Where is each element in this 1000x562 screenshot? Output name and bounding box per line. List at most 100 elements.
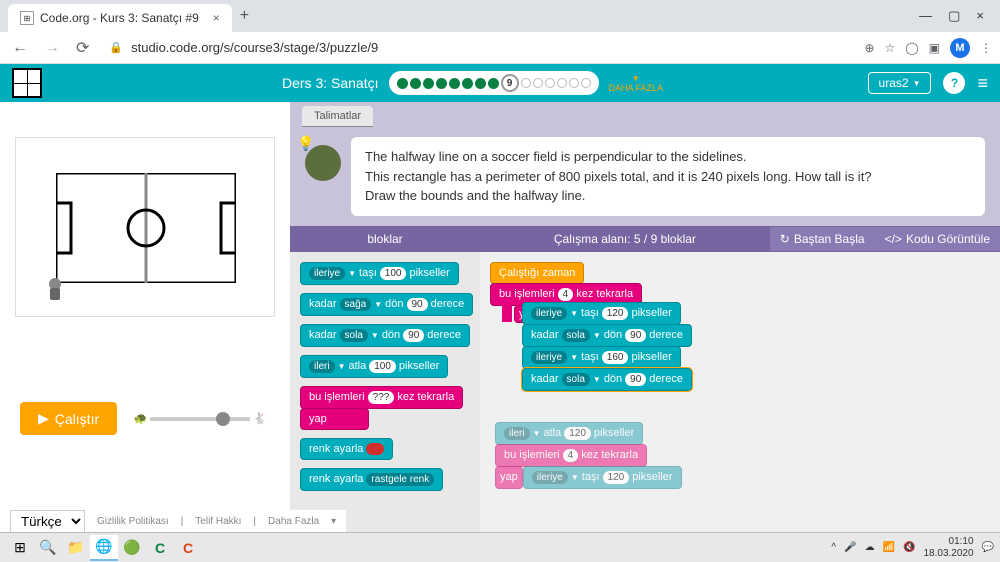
extension-icon-2[interactable]: ▣: [929, 41, 940, 55]
run-button[interactable]: ▶ Çalıştır: [20, 402, 117, 435]
level-dot[interactable]: [475, 78, 486, 89]
lock-icon: 🔒: [109, 41, 123, 54]
turtle-icon: 🐢: [134, 412, 148, 425]
artist-character: [44, 276, 66, 304]
block-stmt[interactable]: ileriye▼taşı160pikseller: [522, 346, 681, 369]
app-icon[interactable]: C: [146, 535, 174, 561]
visualization-panel: ▶ Çalıştır 🐢 🐇: [0, 102, 290, 542]
block-stmt[interactable]: kadarsola▼dön90derece: [522, 368, 692, 391]
level-dot[interactable]: [521, 78, 531, 88]
level-dot[interactable]: [545, 78, 555, 88]
play-icon: ▶: [38, 410, 49, 427]
clock[interactable]: 01:10 18.03.2020: [923, 536, 973, 560]
level-dot[interactable]: [423, 78, 434, 89]
block-count: Çalışma alanı: 5 / 9 bloklar: [480, 232, 770, 246]
help-button[interactable]: ?: [943, 72, 965, 94]
browser-toolbar: ← → ⟳ 🔒 studio.code.org/s/course3/stage/…: [0, 32, 1000, 64]
rabbit-icon: 🐇: [253, 412, 267, 425]
tray-mic-icon[interactable]: 🎤: [844, 542, 856, 553]
ghost-block: ileriye▼taşı120pikseller: [523, 466, 682, 489]
more-levels[interactable]: DAHA FAZLA: [609, 74, 664, 93]
block-set-color[interactable]: renk ayarla: [300, 438, 393, 460]
instructions-box: The halfway line on a soccer field is pe…: [290, 127, 1000, 226]
block-toolbox: ileriye▼taşı100pikseller kadarsağa▼dön90…: [290, 252, 480, 543]
level-dot[interactable]: [449, 78, 460, 89]
level-progress[interactable]: 9: [389, 71, 599, 95]
app-icon[interactable]: 🟢: [118, 535, 146, 561]
soccer-field-drawing: [56, 173, 236, 283]
tray-chevron-icon[interactable]: ^: [831, 542, 836, 553]
search-icon[interactable]: 🔍: [34, 535, 62, 561]
tab-instructions[interactable]: Talimatlar: [302, 106, 373, 127]
block-turn-right[interactable]: kadarsağa▼dön90derece: [300, 293, 473, 316]
show-code-button[interactable]: </>Kodu Görüntüle: [875, 227, 1000, 251]
language-select[interactable]: Türkçe: [10, 510, 85, 533]
level-dot[interactable]: [410, 78, 421, 89]
minimize-icon[interactable]: —: [919, 8, 932, 24]
level-dot[interactable]: [397, 78, 408, 89]
hamburger-icon[interactable]: ≡: [977, 73, 988, 94]
maximize-icon[interactable]: ▢: [948, 8, 960, 24]
character-avatar: [305, 145, 341, 181]
program-stack[interactable]: Çalıştığı zaman bu işlemleri4kez tekrarl…: [490, 262, 990, 390]
block-repeat[interactable]: bu işlemleri???kez tekrarla yap: [300, 386, 470, 430]
user-menu[interactable]: uras2▼: [868, 72, 932, 94]
lesson-title: Ders 3: Sanatçı: [282, 75, 379, 91]
tray-wifi-icon[interactable]: 📶: [883, 542, 895, 553]
file-explorer-icon[interactable]: 📁: [62, 535, 90, 561]
level-dot[interactable]: [581, 78, 591, 88]
more-link[interactable]: Daha Fazla: [268, 516, 319, 527]
ghost-block: ileri▼atla120pikseller: [495, 422, 643, 445]
notifications-icon[interactable]: 💬: [982, 542, 994, 553]
chrome-icon[interactable]: 🌐: [90, 535, 118, 561]
workspace-header: bloklar Çalışma alanı: 5 / 9 bloklar ↻Ba…: [290, 226, 1000, 252]
browser-tab[interactable]: ⊞ Code.org - Kurs 3: Sanatçı #9 ×: [8, 4, 232, 32]
block-stmt[interactable]: kadarsola▼dön90derece: [522, 324, 692, 347]
level-dot[interactable]: [557, 78, 567, 88]
speed-slider[interactable]: [150, 417, 250, 421]
level-dot-current[interactable]: 9: [501, 74, 519, 92]
level-dot[interactable]: [436, 78, 447, 89]
tray-cloud-icon[interactable]: ☁: [865, 542, 875, 553]
level-dot[interactable]: [462, 78, 473, 89]
block-when-run[interactable]: Çalıştığı zaman: [490, 262, 584, 284]
codeorg-logo[interactable]: [12, 68, 42, 98]
window-controls: — ▢ ×: [919, 8, 992, 24]
star-icon[interactable]: ☆: [884, 41, 895, 55]
level-dot[interactable]: [533, 78, 543, 88]
browser-profile[interactable]: M: [950, 38, 970, 58]
close-icon[interactable]: ×: [976, 8, 984, 24]
start-button[interactable]: ⊞: [6, 535, 34, 561]
address-bar[interactable]: 🔒 studio.code.org/s/course3/stage/3/puzz…: [101, 40, 856, 55]
app-icon[interactable]: C: [174, 535, 202, 561]
restart-button[interactable]: ↻Baştan Başla: [770, 227, 875, 251]
forward-button[interactable]: →: [40, 39, 64, 57]
copyright-link[interactable]: Telif Hakkı: [195, 516, 241, 527]
tab-title: Code.org - Kurs 3: Sanatçı #9: [40, 11, 199, 25]
tray-volume-icon[interactable]: 🔇: [903, 542, 915, 553]
privacy-link[interactable]: Gizlilik Politikası: [97, 516, 169, 527]
block-jump[interactable]: ileri▼atla100pikseller: [300, 355, 448, 378]
level-dot[interactable]: [488, 78, 499, 89]
url-text: studio.code.org/s/course3/stage/3/puzzle…: [131, 40, 378, 55]
ghost-hint-stack: ileri▼atla120pikseller bu işlemleri4kez …: [495, 422, 682, 488]
canvas: [15, 137, 275, 317]
reload-button[interactable]: ⟳: [72, 38, 93, 58]
new-tab-button[interactable]: +: [240, 7, 249, 25]
level-dot[interactable]: [569, 78, 579, 88]
toolbox-header: bloklar: [290, 232, 480, 246]
block-move-forward[interactable]: ileriye▼taşı100pikseller: [300, 262, 459, 285]
windows-taskbar: ⊞ 🔍 📁 🌐 🟢 C C ^ 🎤 ☁ 📶 🔇 01:10 18.03.2020…: [0, 532, 1000, 562]
browser-menu-icon[interactable]: ⋮: [980, 41, 992, 55]
workspace-canvas[interactable]: Çalıştığı zaman bu işlemleri4kez tekrarl…: [480, 252, 1000, 543]
ghost-block: bu işlemleri4kez tekrarla: [495, 444, 647, 467]
block-stmt[interactable]: ileriye▼taşı120pikseller: [522, 302, 681, 325]
search-icon[interactable]: ⊕: [864, 41, 874, 55]
block-random-color[interactable]: renk ayarlarastgele renk: [300, 468, 443, 491]
extension-icon[interactable]: ◯: [905, 41, 918, 55]
instructions-text: The halfway line on a soccer field is pe…: [351, 137, 985, 216]
back-button[interactable]: ←: [8, 39, 32, 57]
favicon: ⊞: [20, 11, 34, 25]
tab-close-icon[interactable]: ×: [213, 11, 220, 25]
block-turn-left[interactable]: kadarsola▼dön90derece: [300, 324, 470, 347]
